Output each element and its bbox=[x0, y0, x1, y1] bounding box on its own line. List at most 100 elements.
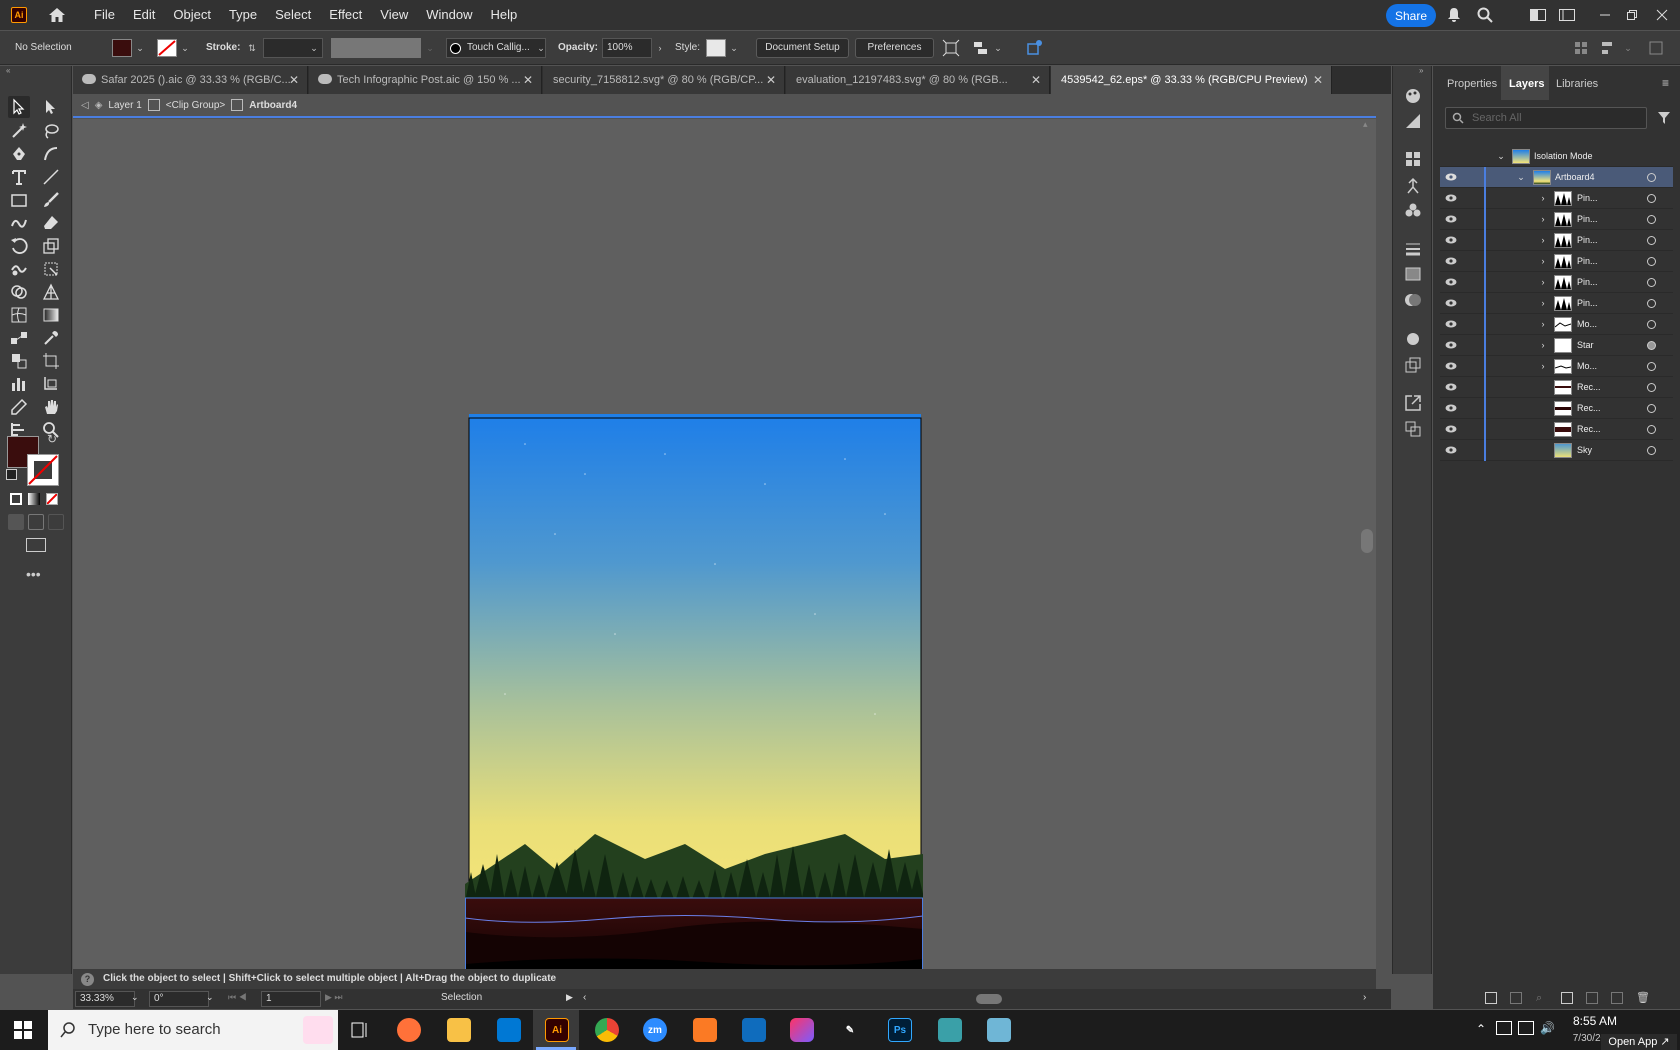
graphic-styles-panel-icon[interactable] bbox=[1403, 355, 1423, 375]
layer-row[interactable]: › Star bbox=[1440, 335, 1673, 356]
target-circle-icon[interactable] bbox=[1647, 257, 1656, 266]
none-mode-icon[interactable] bbox=[46, 493, 58, 505]
network-icon[interactable] bbox=[1518, 1021, 1534, 1035]
stroke-panel-icon[interactable] bbox=[1403, 239, 1423, 259]
tab-document[interactable]: Tech Infographic Post.aic @ 150 % ... ✕ bbox=[309, 66, 542, 94]
chevron-down-icon[interactable]: ⌄ bbox=[1516, 171, 1526, 183]
scale-tool-icon[interactable] bbox=[40, 235, 62, 257]
scroll-up-icon[interactable]: ▴ bbox=[1363, 119, 1368, 130]
layer-row[interactable]: › Pin... bbox=[1440, 230, 1673, 251]
swap-colors-icon[interactable]: ↻ bbox=[47, 432, 57, 446]
gradient-tool-icon[interactable] bbox=[40, 304, 62, 326]
swatches-panel-icon[interactable] bbox=[1403, 149, 1423, 169]
minimize-icon[interactable] bbox=[1595, 5, 1615, 25]
volume-icon[interactable]: 🔊 bbox=[1540, 1021, 1555, 1035]
stroke-stepper-icon[interactable]: ⇅ bbox=[246, 41, 258, 55]
magic-wand-tool-icon[interactable] bbox=[8, 120, 30, 142]
target-circle-icon[interactable] bbox=[1647, 173, 1656, 182]
close-tab-icon[interactable]: ✕ bbox=[1031, 66, 1041, 94]
target-circle-icon[interactable] bbox=[1647, 383, 1656, 392]
filter-icon[interactable] bbox=[1657, 111, 1671, 125]
fill-swatch[interactable] bbox=[112, 39, 132, 57]
layer-row[interactable]: › Pin... bbox=[1440, 293, 1673, 314]
target-circle-icon[interactable] bbox=[1647, 215, 1656, 224]
align-icon[interactable] bbox=[970, 37, 992, 59]
cube-app-icon[interactable] bbox=[938, 1018, 962, 1042]
visibility-eye-icon[interactable] bbox=[1445, 277, 1457, 287]
artboard-number-field[interactable]: 1 bbox=[261, 991, 321, 1007]
menu-window[interactable]: Window bbox=[417, 0, 481, 30]
pen-tool-icon[interactable] bbox=[8, 143, 30, 165]
layer-row[interactable]: › Pin... bbox=[1440, 272, 1673, 293]
visibility-eye-icon[interactable] bbox=[1445, 256, 1457, 266]
layer-row[interactable]: Rec... bbox=[1440, 398, 1673, 419]
tab-document[interactable]: evaluation_12197483.svg* @ 80 % (RGB... ✕ bbox=[786, 66, 1050, 94]
warp-tool-icon[interactable] bbox=[8, 258, 30, 280]
hand-tool-icon[interactable] bbox=[40, 396, 62, 418]
close-tab-icon[interactable]: ✕ bbox=[289, 66, 299, 94]
workspace-icon[interactable] bbox=[1528, 5, 1548, 25]
chevron-right-icon[interactable]: › bbox=[1538, 318, 1548, 330]
free-transform-tool-icon[interactable] bbox=[40, 258, 62, 280]
status-menu-arrow-icon[interactable]: ▶ bbox=[566, 992, 573, 1003]
stroke-swatch[interactable] bbox=[157, 39, 177, 57]
close-tab-icon[interactable]: ✕ bbox=[766, 66, 776, 94]
close-tab-icon[interactable]: ✕ bbox=[1313, 66, 1323, 94]
perspective-grid-tool-icon[interactable] bbox=[40, 281, 62, 303]
close-tab-icon[interactable]: ✕ bbox=[523, 66, 533, 94]
chevron-right-icon[interactable]: › bbox=[1538, 192, 1548, 204]
layer-row[interactable]: › Pin... bbox=[1440, 251, 1673, 272]
pencil-tool-icon[interactable] bbox=[8, 396, 30, 418]
visibility-eye-icon[interactable] bbox=[1445, 340, 1457, 350]
taskbar-search-input[interactable]: Type here to search bbox=[48, 1010, 338, 1050]
delete-layer-icon[interactable]: 🗑 bbox=[1636, 991, 1650, 1004]
color-guide-panel-icon[interactable] bbox=[1403, 111, 1423, 131]
tray-up-icon[interactable]: ⌃ bbox=[1476, 1022, 1486, 1036]
close-window-icon[interactable] bbox=[1652, 5, 1672, 25]
help-icon[interactable]: ? bbox=[81, 973, 94, 986]
color-panel-icon[interactable] bbox=[1403, 86, 1423, 106]
transparency-panel-icon[interactable] bbox=[1403, 290, 1423, 310]
task-view-icon[interactable] bbox=[350, 1020, 370, 1043]
more-tools-icon[interactable]: ••• bbox=[26, 566, 41, 582]
visibility-eye-icon[interactable] bbox=[1445, 445, 1457, 455]
chevron-down-icon[interactable]: ⌄ bbox=[1496, 150, 1506, 162]
visibility-eye-icon[interactable] bbox=[1445, 214, 1457, 224]
style-swatch[interactable] bbox=[706, 39, 726, 57]
visibility-eye-icon[interactable] bbox=[1445, 382, 1457, 392]
layer-row[interactable]: Rec... bbox=[1440, 419, 1673, 440]
chevron-right-icon[interactable]: › bbox=[1538, 297, 1548, 309]
pen-app-icon[interactable]: ✎ bbox=[838, 1018, 862, 1042]
target-circle-icon[interactable] bbox=[1647, 236, 1656, 245]
line-tool-icon[interactable] bbox=[40, 166, 62, 188]
blend-tool-icon[interactable] bbox=[8, 327, 30, 349]
layer-row[interactable]: › Pin... bbox=[1440, 188, 1673, 209]
tab-document[interactable]: security_7158812.svg* @ 80 % (RGB/CP... ✕ bbox=[543, 66, 785, 94]
zoom-field[interactable]: 33.33% bbox=[75, 991, 135, 1007]
appearance-panel-icon[interactable] bbox=[1403, 329, 1423, 349]
layer-row[interactable]: › Mo... bbox=[1440, 356, 1673, 377]
tab-libraries[interactable]: Libraries bbox=[1556, 78, 1598, 90]
home-icon[interactable] bbox=[47, 5, 67, 25]
target-circle-icon[interactable] bbox=[1647, 362, 1656, 371]
first-artboard-icon[interactable]: ⏮ ◀ bbox=[228, 992, 247, 1003]
chevron-right-icon[interactable]: › bbox=[1538, 276, 1548, 288]
stroke-color-swatch[interactable] bbox=[27, 454, 59, 486]
target-circle-icon[interactable] bbox=[1647, 299, 1656, 308]
layer-row-isolation[interactable]: ⌄ Isolation Mode bbox=[1440, 146, 1673, 167]
tray-icon[interactable] bbox=[1496, 1021, 1512, 1035]
chevron-right-icon[interactable]: › bbox=[1538, 213, 1548, 225]
menu-type[interactable]: Type bbox=[220, 0, 266, 30]
collapse-icon[interactable]: « bbox=[6, 66, 10, 75]
bell-icon[interactable] bbox=[1444, 5, 1464, 25]
draw-inside-icon[interactable] bbox=[48, 514, 64, 530]
gradient-panel-icon[interactable] bbox=[1403, 264, 1423, 284]
direct-selection-tool-icon[interactable] bbox=[40, 96, 62, 118]
locate-object-icon[interactable] bbox=[1510, 992, 1522, 1004]
layer-row[interactable]: › Mo... bbox=[1440, 314, 1673, 335]
align-chevron-icon[interactable]: ⌄ bbox=[992, 41, 1004, 55]
visibility-eye-icon[interactable] bbox=[1445, 424, 1457, 434]
chevron-right-icon[interactable]: › bbox=[1538, 234, 1548, 246]
firefox-icon[interactable] bbox=[397, 1018, 421, 1042]
eraser-tool-icon[interactable] bbox=[40, 212, 62, 234]
